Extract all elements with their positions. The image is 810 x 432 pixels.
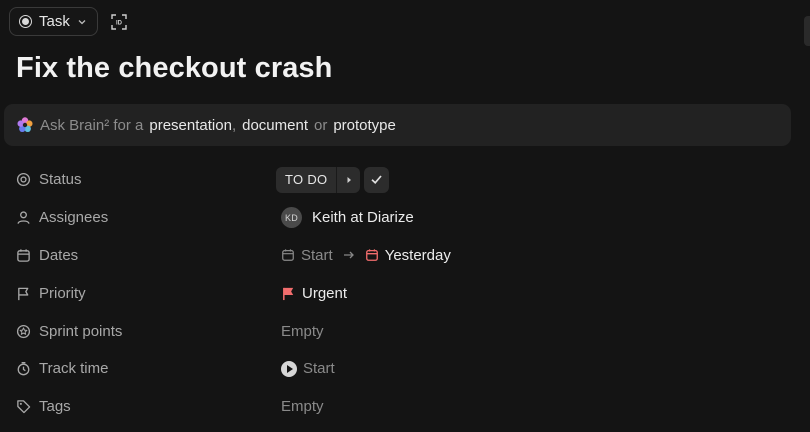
task-id-button[interactable]: ID bbox=[110, 13, 128, 31]
task-type-label: Task bbox=[39, 13, 70, 30]
task-type-icon bbox=[19, 15, 32, 28]
status-ring-icon bbox=[16, 173, 31, 187]
start-date-text: Start bbox=[301, 246, 333, 264]
caret-right-icon bbox=[347, 176, 351, 183]
timer-icon bbox=[17, 362, 30, 376]
priority-label-text: Priority bbox=[39, 284, 86, 302]
avatar: KD bbox=[281, 207, 302, 229]
start-date-button[interactable]: Start bbox=[281, 247, 333, 264]
due-date-button[interactable]: Yesterday bbox=[365, 247, 451, 264]
field-label-assignees: Assignees bbox=[16, 209, 281, 226]
field-label-sprint-points: Sprint points bbox=[16, 323, 281, 340]
dates-label-text: Dates bbox=[39, 246, 79, 264]
brain-flower-icon bbox=[17, 117, 33, 132]
task-title[interactable]: Fix the checkout crash bbox=[16, 52, 332, 85]
status-value: TO DO bbox=[285, 172, 328, 188]
calendar-start-icon bbox=[282, 249, 294, 262]
status-button[interactable]: TO DO bbox=[276, 166, 361, 193]
id-icon: ID bbox=[111, 13, 127, 30]
field-row-priority: Priority Urgent bbox=[16, 274, 796, 312]
tag-icon bbox=[17, 400, 31, 414]
dates-value: Start Yesterday bbox=[281, 247, 451, 264]
field-row-tags: Tags Empty bbox=[16, 388, 796, 426]
tags-label-text: Tags bbox=[39, 398, 71, 416]
ask-brain-bar[interactable]: Ask Brain² for a presentation, document … bbox=[4, 104, 791, 146]
calendar-icon bbox=[17, 249, 30, 262]
field-label-tags: Tags bbox=[16, 398, 281, 415]
sprint-label-text: Sprint points bbox=[39, 322, 123, 340]
field-row-track-time: Track time Start bbox=[16, 350, 796, 388]
status-next-button[interactable] bbox=[336, 166, 360, 193]
status-label-text: Status bbox=[39, 171, 82, 189]
flag-outline-icon bbox=[18, 287, 29, 300]
side-panel-handle[interactable] bbox=[804, 16, 810, 46]
brain-separator-or: or bbox=[313, 116, 328, 134]
sprint-points-value[interactable]: Empty bbox=[281, 323, 324, 340]
assignees-label-text: Assignees bbox=[39, 209, 109, 227]
track-time-label-text: Track time bbox=[39, 360, 109, 378]
arrow-right-icon bbox=[343, 252, 354, 259]
field-label-track-time: Track time bbox=[16, 360, 281, 377]
calendar-due-icon bbox=[365, 249, 378, 262]
field-row-dates: Dates Start Yesterday bbox=[16, 237, 796, 275]
check-icon bbox=[371, 175, 383, 185]
priority-value: Urgent bbox=[302, 284, 348, 302]
task-type-dropdown[interactable]: Task bbox=[9, 7, 98, 36]
assignee-chip[interactable]: KD Keith at Diarize bbox=[281, 207, 414, 229]
start-timer-text: Start bbox=[303, 360, 335, 378]
urgent-flag-icon bbox=[283, 287, 294, 300]
brain-prompt-prefix: Ask Brain² for a bbox=[40, 116, 144, 134]
play-icon bbox=[281, 360, 297, 377]
sprint-badge-icon bbox=[16, 324, 31, 338]
brain-separator-comma: , bbox=[231, 116, 237, 134]
tags-value[interactable]: Empty bbox=[281, 398, 324, 415]
brain-option-document[interactable]: document bbox=[242, 117, 308, 134]
field-label-dates: Dates bbox=[16, 247, 281, 264]
assignee-name: Keith at Diarize bbox=[312, 209, 414, 227]
field-row-assignees: Assignees KD Keith at Diarize bbox=[16, 199, 796, 237]
due-date-text: Yesterday bbox=[384, 246, 451, 264]
field-label-priority: Priority bbox=[16, 285, 281, 302]
id-icon-text: ID bbox=[116, 20, 123, 26]
brain-option-prototype[interactable]: prototype bbox=[333, 117, 396, 134]
chevron-down-icon bbox=[78, 19, 86, 24]
start-timer-button[interactable]: Start bbox=[281, 360, 335, 377]
task-header-bar: Task ID bbox=[9, 7, 128, 36]
person-icon bbox=[17, 211, 30, 225]
field-row-status: Status TO DO bbox=[16, 161, 796, 199]
mark-complete-button[interactable] bbox=[364, 166, 390, 193]
status-controls: TO DO bbox=[276, 166, 390, 193]
field-label-status: Status bbox=[16, 171, 281, 188]
task-fields: Status TO DO Assignees KD Keith at Diari… bbox=[16, 161, 796, 426]
brain-option-presentation[interactable]: presentation bbox=[149, 117, 232, 134]
priority-value-button[interactable]: Urgent bbox=[281, 285, 347, 302]
field-row-sprint-points: Sprint points Empty bbox=[16, 312, 796, 350]
